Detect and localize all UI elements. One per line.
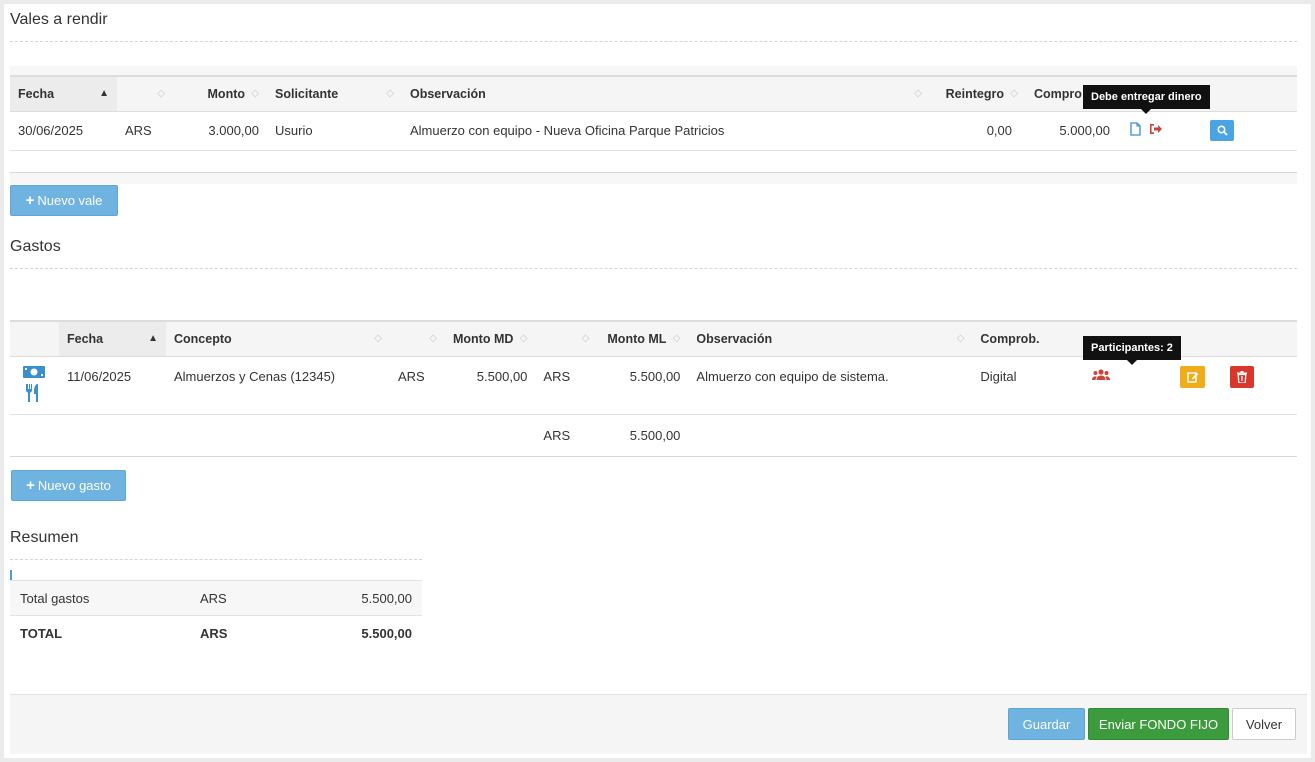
resumen-divider xyxy=(10,559,422,560)
resumen-moneda: ARS xyxy=(192,580,302,616)
vale-comprobado: 5.000,00 xyxy=(1026,111,1122,151)
resumen-total-monto: 5.500,00 xyxy=(361,626,412,642)
sort-icon: ◇ xyxy=(672,332,681,344)
vales-col-view xyxy=(1202,75,1297,112)
vale-reintegro: 0,00 xyxy=(930,111,1026,151)
resumen-table: Total gastos ARS 5.500,00 TOTAL ARS 5.50… xyxy=(10,580,422,652)
gastos-col-concepto[interactable]: Concepto ◇ xyxy=(166,320,390,357)
gasto-participantes-cell xyxy=(1072,356,1173,415)
resumen-total-label: TOTAL xyxy=(20,626,63,642)
sort-icon: ◇ xyxy=(157,87,165,99)
gastos-title: Gastos xyxy=(10,238,61,255)
vale-observacion: Almuerzo con equipo - Nueva Oficina Parq… xyxy=(402,111,930,151)
resumen-title: Resumen xyxy=(10,529,79,546)
vale-view-cell xyxy=(1202,111,1297,151)
gasto-delete-cell xyxy=(1222,356,1297,415)
sort-icon: ◇ xyxy=(374,332,382,344)
edit-button[interactable] xyxy=(1180,365,1206,388)
search-button[interactable] xyxy=(1210,120,1234,141)
table-row: Total gastos ARS 5.500,00 xyxy=(10,580,422,616)
gastos-col-monto-ml[interactable]: Monto ML ◇ xyxy=(597,320,689,357)
trash-icon xyxy=(1237,370,1248,383)
gasto-moneda-ml: ARS xyxy=(535,356,598,415)
sort-icon: ◇ xyxy=(1010,87,1018,99)
vales-col-solicitante[interactable]: Solicitante ◇ xyxy=(267,75,402,112)
resumen-label: Total gastos xyxy=(10,580,192,616)
sort-icon: ◇ xyxy=(519,332,528,344)
vale-actions-cell xyxy=(1122,111,1202,151)
vales-col-observacion[interactable]: Observación ◇ xyxy=(402,75,930,112)
gastos-col-delete xyxy=(1222,320,1297,357)
gasto-comprob-link[interactable]: Digital xyxy=(972,356,1073,415)
debe-entregar-tooltip: Debe entregar dinero xyxy=(1083,85,1210,114)
cutlery-icon xyxy=(26,383,38,402)
edit-icon xyxy=(1187,371,1199,383)
vale-fecha: 30/06/2025 xyxy=(10,111,117,151)
gasto-edit-cell xyxy=(1172,356,1223,415)
plus-icon: + xyxy=(26,477,35,494)
gastos-col-icon xyxy=(10,320,59,357)
gastos-total-row: ARS 5.500,00 xyxy=(10,414,1297,457)
participantes-tooltip: Participantes: 2 xyxy=(1083,336,1181,365)
gastos-col-moneda-md[interactable]: ◇ xyxy=(390,320,445,357)
resumen-monto: 5.500,00 xyxy=(302,580,422,616)
gastos-total-monto: 5.500,00 xyxy=(597,414,689,457)
vales-title: Vales a rendir xyxy=(10,11,108,28)
enviar-fondo-fijo-button[interactable]: Enviar FONDO FIJO xyxy=(1088,708,1229,740)
vales-col-fecha[interactable]: Fecha ▲ xyxy=(10,75,117,112)
gasto-icon-cell xyxy=(10,356,59,415)
gastos-col-comprob[interactable]: Comprob. xyxy=(972,320,1073,357)
vales-col-monto[interactable]: Monto ◇ xyxy=(173,75,267,112)
gastos-col-observacion[interactable]: Observación ◇ xyxy=(688,320,973,357)
gasto-concepto: Almuerzos y Cenas (12345) xyxy=(166,356,390,415)
vales-col-moneda[interactable]: ◇ xyxy=(117,75,173,112)
sort-icon: ◇ xyxy=(956,332,965,344)
vale-monto: 3.000,00 xyxy=(173,111,267,151)
sort-icon: ◇ xyxy=(581,332,590,344)
vales-col-reintegro[interactable]: Reintegro ◇ xyxy=(930,75,1026,112)
gasto-moneda-md: ARS xyxy=(390,356,445,415)
sort-icon: ◇ xyxy=(251,87,259,99)
sort-icon: ◇ xyxy=(914,87,922,99)
gasto-observacion: Almuerzo con equipo de sistema. xyxy=(688,356,973,415)
sort-asc-icon: ▲ xyxy=(148,332,158,344)
gasto-fecha: 11/06/2025 xyxy=(59,356,166,415)
vales-total-row xyxy=(10,150,1297,173)
vale-moneda: ARS xyxy=(117,111,173,151)
vale-solicitante: Usurio xyxy=(267,111,402,151)
vales-divider xyxy=(10,41,1297,42)
gasto-monto-ml: 5.500,00 xyxy=(597,356,689,415)
sort-icon: ◇ xyxy=(429,332,437,344)
delete-button[interactable] xyxy=(1230,365,1255,388)
file-icon[interactable] xyxy=(1130,122,1141,139)
nuevo-gasto-button[interactable]: + Nuevo gasto xyxy=(11,470,126,501)
gastos-divider xyxy=(10,268,1297,269)
gastos-total-moneda: ARS xyxy=(535,414,598,457)
table-row: TOTAL ARS 5.500,00 xyxy=(10,616,422,652)
plus-icon: + xyxy=(25,192,35,209)
guardar-button[interactable]: Guardar xyxy=(1008,708,1085,740)
gasto-monto-md: 5.500,00 xyxy=(445,356,536,415)
sort-asc-icon: ▲ xyxy=(99,87,109,99)
sign-out-icon[interactable] xyxy=(1149,123,1163,138)
search-icon xyxy=(1216,125,1228,136)
gastos-col-fecha[interactable]: Fecha ▲ xyxy=(59,320,166,357)
table-row: 30/06/2025 ARS 3.000,00 Usurio Almuerzo … xyxy=(10,111,1297,151)
money-icon xyxy=(23,365,45,378)
sort-icon: ◇ xyxy=(386,87,394,99)
users-icon[interactable] xyxy=(1092,368,1111,381)
gastos-col-monto-md[interactable]: Monto MD ◇ xyxy=(445,320,536,357)
table-row: 11/06/2025 Almuerzos y Cenas (12345) ARS… xyxy=(10,356,1297,415)
volver-button[interactable]: Volver xyxy=(1232,708,1296,740)
resumen-total-moneda: ARS xyxy=(200,626,228,642)
nuevo-vale-button[interactable]: + Nuevo vale xyxy=(10,185,118,216)
gastos-col-moneda-ml[interactable]: ◇ xyxy=(535,320,598,357)
page: Vales a rendir Fecha ▲ ◇ Monto ◇ Solicitan… xyxy=(4,4,1311,758)
